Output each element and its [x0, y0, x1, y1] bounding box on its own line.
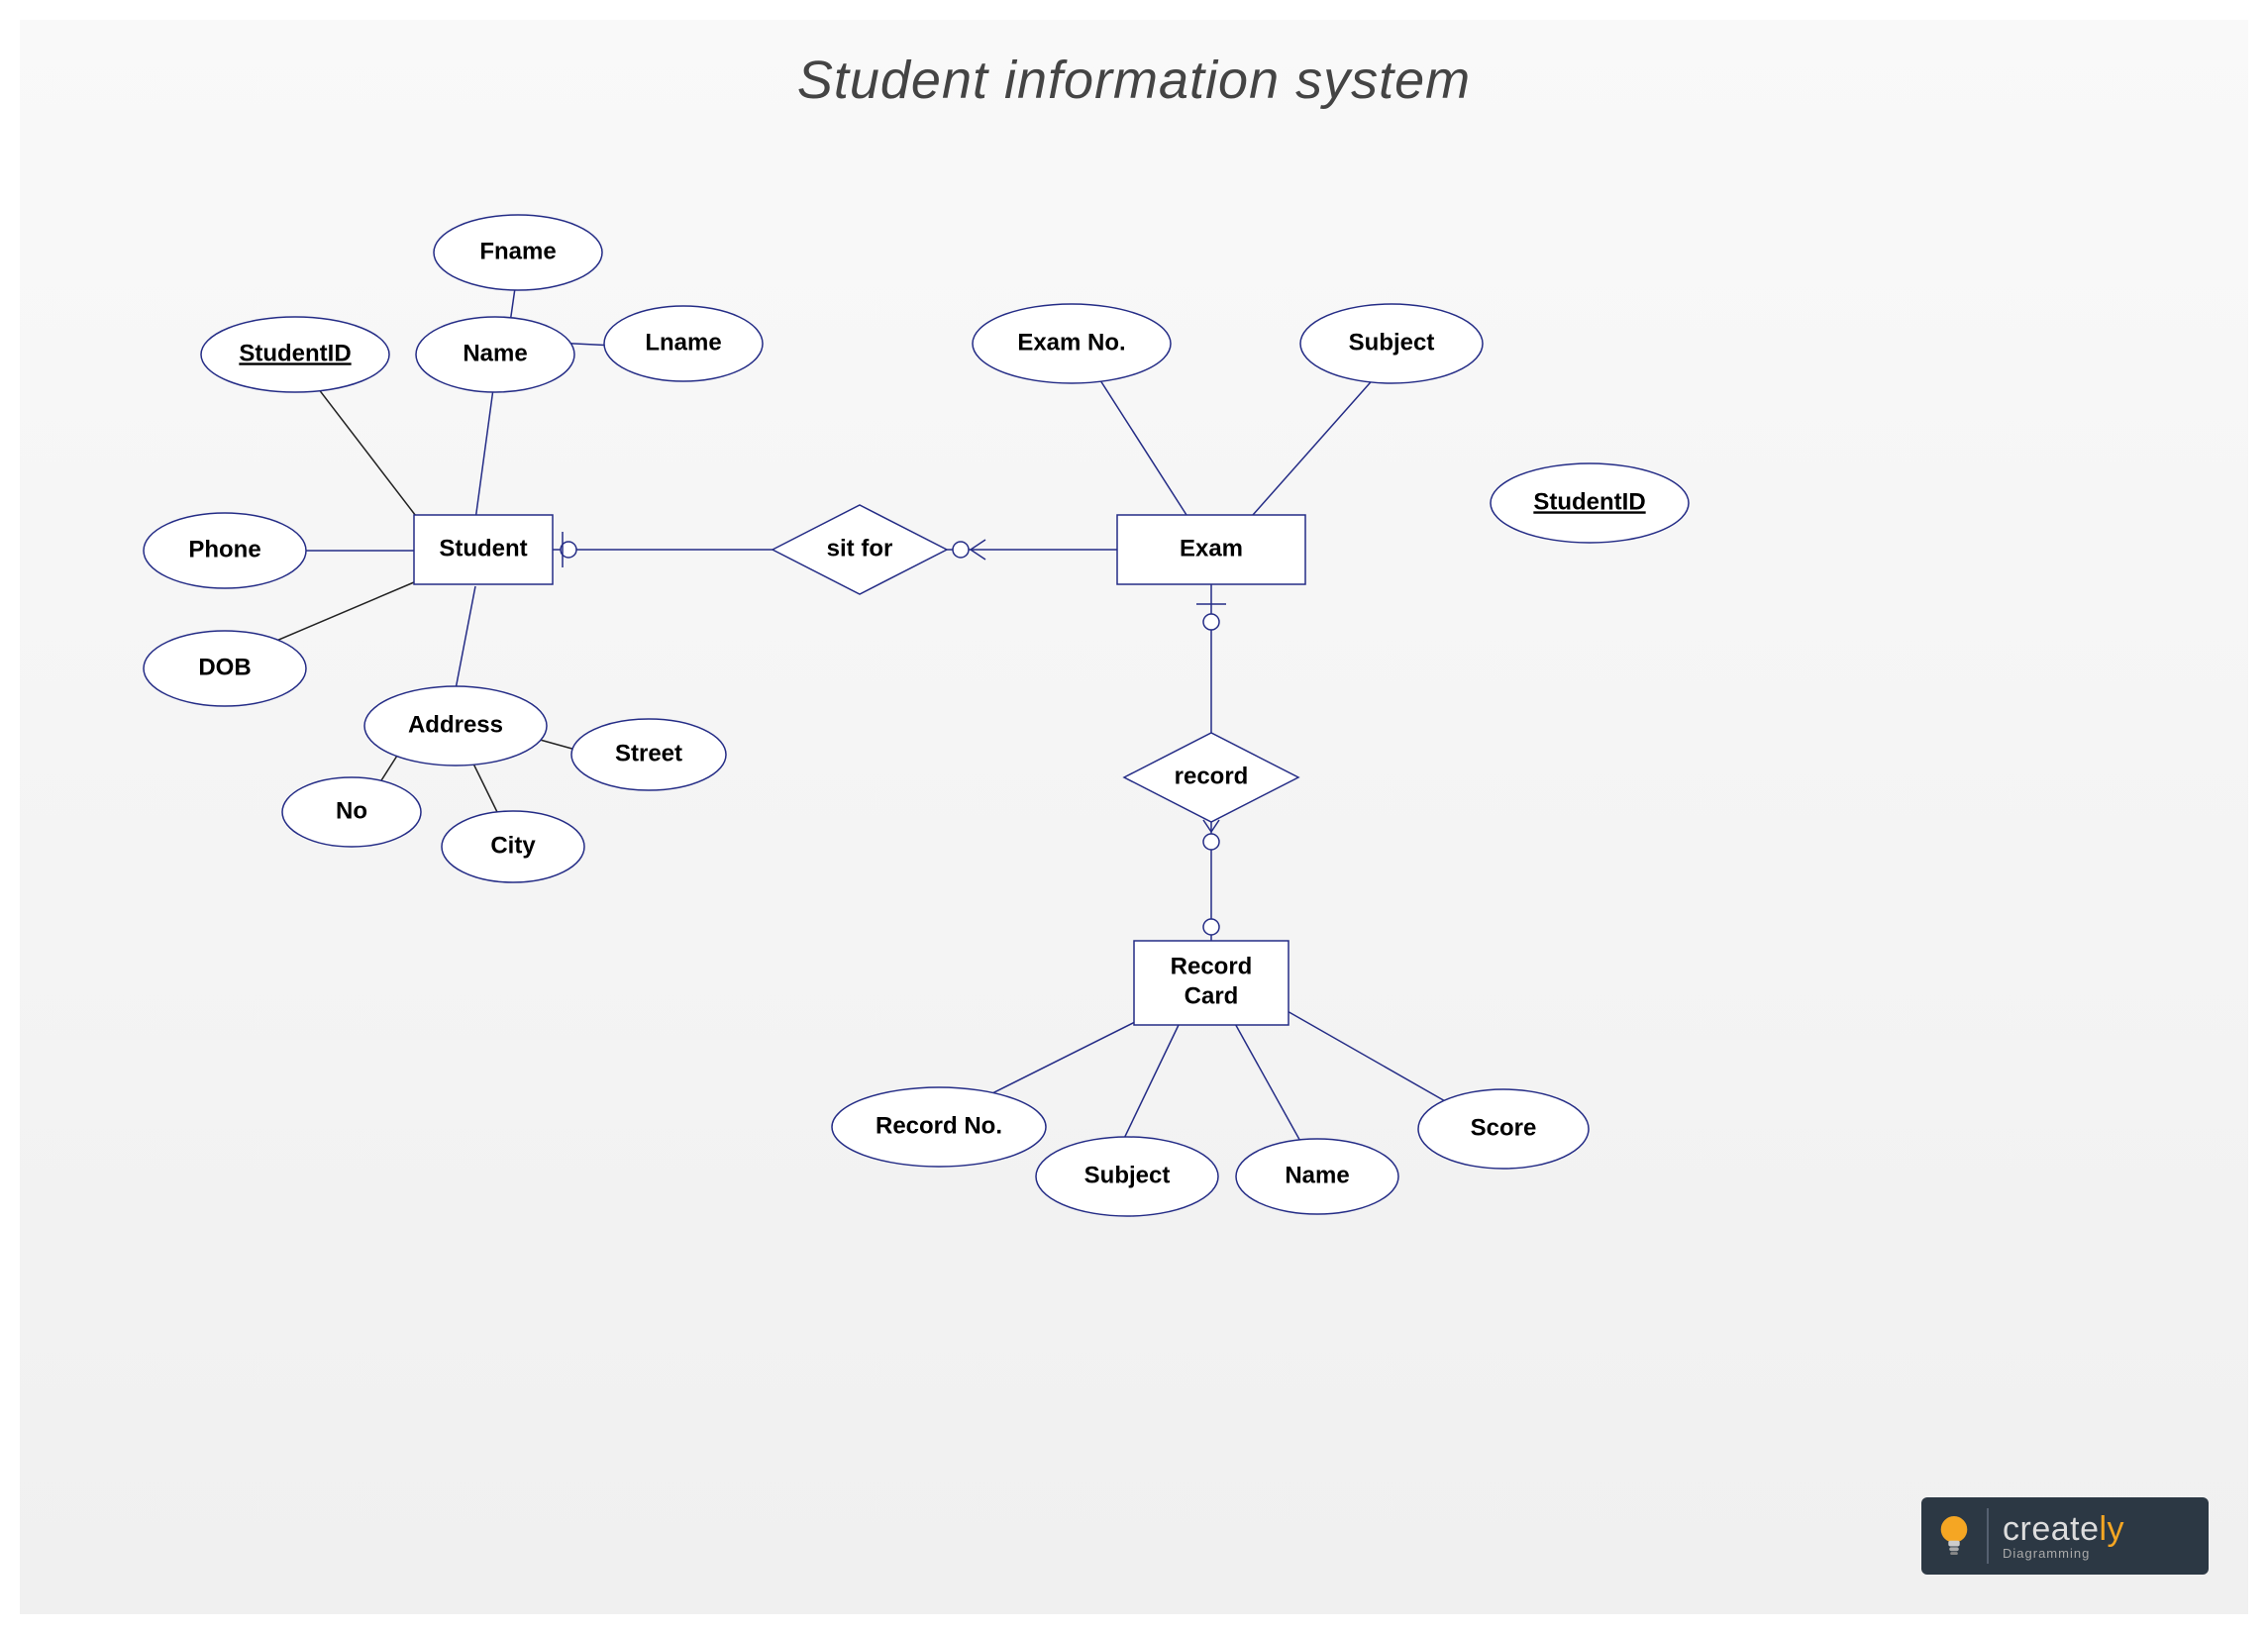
- logo-tagline: Diagramming: [2003, 1546, 2124, 1561]
- logo-brand: creately: [2003, 1512, 2124, 1546]
- creately-logo: creately Diagramming: [1921, 1497, 2209, 1575]
- attr-subject-2-label: Subject: [1084, 1162, 1171, 1188]
- attr-exam-no-label: Exam No.: [1017, 329, 1125, 356]
- logo-brand-1: create: [2003, 1510, 2100, 1548]
- attr-name-label: Name: [463, 340, 527, 366]
- bulb-icon: [1935, 1512, 1973, 1560]
- attr-address-label: Address: [408, 711, 503, 738]
- rel-record-label: record: [1175, 763, 1249, 789]
- attr-student-id-2-label: StudentID: [1533, 488, 1645, 515]
- attr-fname-label: Fname: [479, 238, 556, 264]
- attr-record-no-label: Record No.: [876, 1112, 1002, 1139]
- entity-student-label: Student: [439, 535, 527, 562]
- entity-record-card-label-l2: Card: [1185, 982, 1239, 1009]
- attr-name-2-label: Name: [1285, 1162, 1349, 1188]
- logo-separator: [1987, 1508, 1989, 1564]
- logo-brand-2: ly: [2100, 1510, 2125, 1548]
- er-diagram: Student Exam Record Card sit for record …: [20, 20, 2248, 1614]
- attr-phone-label: Phone: [188, 536, 260, 562]
- attr-lname-label: Lname: [645, 329, 721, 356]
- diagram-canvas: Student information system: [20, 20, 2248, 1614]
- attr-street-label: Street: [615, 740, 682, 766]
- entity-record-card-label-l1: Record: [1171, 953, 1253, 979]
- rel-sit-for-label: sit for: [827, 535, 893, 562]
- attr-city-label: City: [490, 832, 536, 859]
- attr-score-label: Score: [1471, 1114, 1537, 1141]
- attr-no-label: No: [336, 797, 367, 824]
- attr-subject-label: Subject: [1349, 329, 1435, 356]
- entity-exam-label: Exam: [1180, 535, 1243, 562]
- attr-dob-label: DOB: [198, 654, 251, 680]
- attr-student-id-label: StudentID: [239, 340, 351, 366]
